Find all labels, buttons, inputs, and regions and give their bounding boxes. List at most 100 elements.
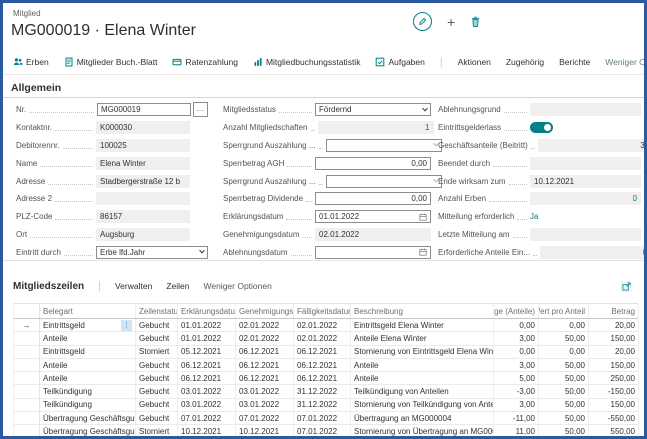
sperrbetrag-agh-input[interactable]: 0,00: [315, 157, 431, 170]
plz-code-slot: 86157: [96, 210, 190, 223]
erforderliche-anteile-value-link[interactable]: 0: [643, 248, 647, 257]
column-header-doc_type[interactable]: Belegart: [40, 304, 136, 318]
table-row[interactable]: Übertragung GeschäftsguthabenStorniert10…: [14, 425, 638, 438]
cell-quantity: 3,00: [494, 332, 539, 344]
row-selector-cell: [14, 412, 40, 424]
sperrbetrag-agh-slot: 0,00: [315, 157, 431, 170]
add-icon[interactable]: +: [447, 15, 455, 29]
dotted-leader: [286, 213, 312, 220]
cell-approval_date: 06.12.2021: [236, 346, 294, 358]
ort-label: Ort: [16, 230, 27, 239]
assist-edit-button[interactable]: ...: [193, 102, 208, 117]
erklaerungsdatum-slot: 01.01.2022: [315, 210, 431, 223]
mitgliedsstatus-dropdown[interactable]: Fördernd: [315, 103, 431, 116]
table-row[interactable]: TeilkündigungGebucht03.01.202203.01.2022…: [14, 385, 638, 398]
column-header-quantity[interactable]: Menge (Anteile): [494, 304, 539, 318]
row-selector-cell: [14, 359, 40, 371]
eintrittsgelderlass-label: Eintrittsgelderlass: [438, 123, 501, 132]
anzahl-mitgliedschaften-value-link[interactable]: 1: [425, 123, 429, 132]
mitgliedsstatus-label: Mitgliedsstatus: [223, 105, 276, 114]
column-header-value_per_share[interactable]: Wert pro Anteil: [539, 304, 589, 318]
cell-due_date: 02.01.2022: [294, 332, 351, 344]
row-context-menu-icon[interactable]: ⋮: [121, 320, 132, 331]
eintrittsgelderlass-toggle[interactable]: [530, 122, 553, 133]
field-debitorennr: Debitorennr.100025: [16, 137, 208, 155]
lines-menu-verwalten[interactable]: Verwalten: [115, 281, 152, 291]
field-sperrbetrag-agh: Sperrbetrag AGH0,00: [223, 154, 431, 172]
lines-menu-weniger-optionen[interactable]: Weniger Optionen: [203, 281, 271, 291]
action-statistics[interactable]: Mitgliedbuchungsstatistik: [253, 57, 361, 67]
table-row[interactable]: AnteileGebucht06.12.202106.12.202106.12.…: [14, 372, 638, 385]
cell-declaration_date: 01.01.2022: [178, 319, 236, 331]
field-sperrgrund-auszahlung-1: Sperrgrund Auszahlung ...: [223, 137, 431, 155]
calendar-icon[interactable]: [419, 248, 427, 256]
cell-approval_date: 02.01.2022: [236, 332, 294, 344]
more-options-button[interactable]: Weniger Optionen: [605, 57, 647, 67]
cell-description: Stornierung von Eintrittsgeld Elena Wint…: [351, 346, 494, 358]
dotted-leader: [48, 178, 93, 185]
action-tasks[interactable]: Aufgaben: [375, 57, 424, 67]
edit-pencil-icon[interactable]: [413, 12, 432, 31]
eintritt-durch-dropdown[interactable]: Erbe lfd.Jahr: [96, 246, 208, 259]
ablehnungsdatum-input[interactable]: [315, 246, 431, 259]
section-allgemein-header[interactable]: Allgemein: [11, 82, 61, 94]
nr-slot: MG000019...: [97, 102, 208, 117]
sperrbetrag-dividende-input[interactable]: 0,00: [315, 192, 431, 205]
erforderliche-anteile-slot: 0: [540, 246, 647, 259]
action-journal[interactable]: Mitglieder Buch.-Blatt: [64, 57, 158, 67]
column-header-due_date[interactable]: Fälligkeitsdatum: [294, 304, 351, 318]
mitteilung-erforderlich-value-link[interactable]: Ja: [530, 212, 538, 221]
sperrgrund-auszahlung-2-dropdown[interactable]: [326, 175, 442, 188]
cell-value_per_share: 50,00: [539, 385, 589, 397]
anzahl-mitgliedschaften-slot: 1: [318, 121, 434, 134]
column-header-amount[interactable]: Betrag: [589, 304, 639, 318]
expand-icon[interactable]: [621, 281, 632, 292]
dotted-leader: [504, 106, 527, 113]
geschaeftsanteile-beitritt-field: 3: [538, 139, 647, 152]
table-row[interactable]: TeilkündigungGebucht03.01.202203.01.2022…: [14, 399, 638, 412]
field-geschaeftsanteile-beitritt: Geschäftsanteile (Beitritt)3: [438, 137, 641, 155]
dotted-leader: [319, 178, 323, 185]
erklaerungsdatum-input[interactable]: 01.01.2022: [315, 210, 431, 223]
cell-value_per_share: 50,00: [539, 372, 589, 384]
nr-value: MG000019: [101, 105, 141, 114]
table-row[interactable]: AnteileGebucht06.12.202106.12.202106.12.…: [14, 359, 638, 372]
sperrgrund-auszahlung-2-label: Sperrgrund Auszahlung ...: [223, 177, 316, 186]
dotted-leader: [30, 231, 93, 238]
table-row[interactable]: →Eintrittsgeld⋮Gebucht01.01.202202.01.20…: [14, 319, 638, 332]
table-row[interactable]: EintrittsgeldStorniert05.12.202106.12.20…: [14, 346, 638, 359]
name-field: Elena Winter: [96, 157, 190, 170]
column-header-approval_date[interactable]: Genehmigungsdatum: [236, 304, 294, 318]
column-header-status[interactable]: Zeilenstatus: [136, 304, 178, 318]
dotted-leader: [513, 231, 527, 238]
cell-value_per_share: 50,00: [539, 425, 589, 437]
lines-section-header[interactable]: Mitgliedszeilen: [13, 281, 84, 292]
geschaeftsanteile-beitritt-value: 3: [640, 141, 644, 150]
header-row-selector: [14, 304, 40, 318]
cell-approval_date: 06.12.2021: [236, 359, 294, 371]
cell-doc_type: Übertragung Geschäftsguthaben: [40, 412, 136, 424]
column-header-description[interactable]: Beschreibung: [351, 304, 494, 318]
action-people[interactable]: Erben: [13, 57, 49, 67]
menu-aktionen[interactable]: Aktionen: [458, 57, 491, 67]
adresse-2-slot: [96, 192, 190, 205]
anzahl-erben-value-link[interactable]: 0: [633, 194, 637, 203]
cell-quantity: 5,00: [494, 372, 539, 384]
calendar-icon[interactable]: [419, 213, 427, 221]
sperrgrund-auszahlung-1-dropdown[interactable]: [326, 139, 442, 152]
cell-quantity: 11,00: [494, 425, 539, 437]
action-installment[interactable]: Ratenzahlung: [172, 57, 237, 67]
ablehnungsgrund-slot: [530, 103, 641, 116]
menu-zugehörig[interactable]: Zugehörig: [506, 57, 544, 67]
menu-berichte[interactable]: Berichte: [559, 57, 590, 67]
delete-trash-icon[interactable]: [470, 16, 481, 28]
column-header-declaration_date[interactable]: Erklärungsdatum: [178, 304, 236, 318]
table-row[interactable]: Übertragung GeschäftsguthabenGebucht07.0…: [14, 412, 638, 425]
nr-input[interactable]: MG000019: [97, 103, 191, 116]
anzahl-mitgliedschaften-label: Anzahl Mitgliedschaften: [223, 123, 308, 132]
lines-menu-zeilen[interactable]: Zeilen: [166, 281, 189, 291]
adresse-2-label: Adresse 2: [16, 194, 52, 203]
anzahl-erben-field: 0: [530, 192, 641, 205]
ort-value: Augsburg: [100, 230, 134, 239]
table-row[interactable]: AnteileGebucht01.01.202202.01.202202.01.…: [14, 332, 638, 345]
